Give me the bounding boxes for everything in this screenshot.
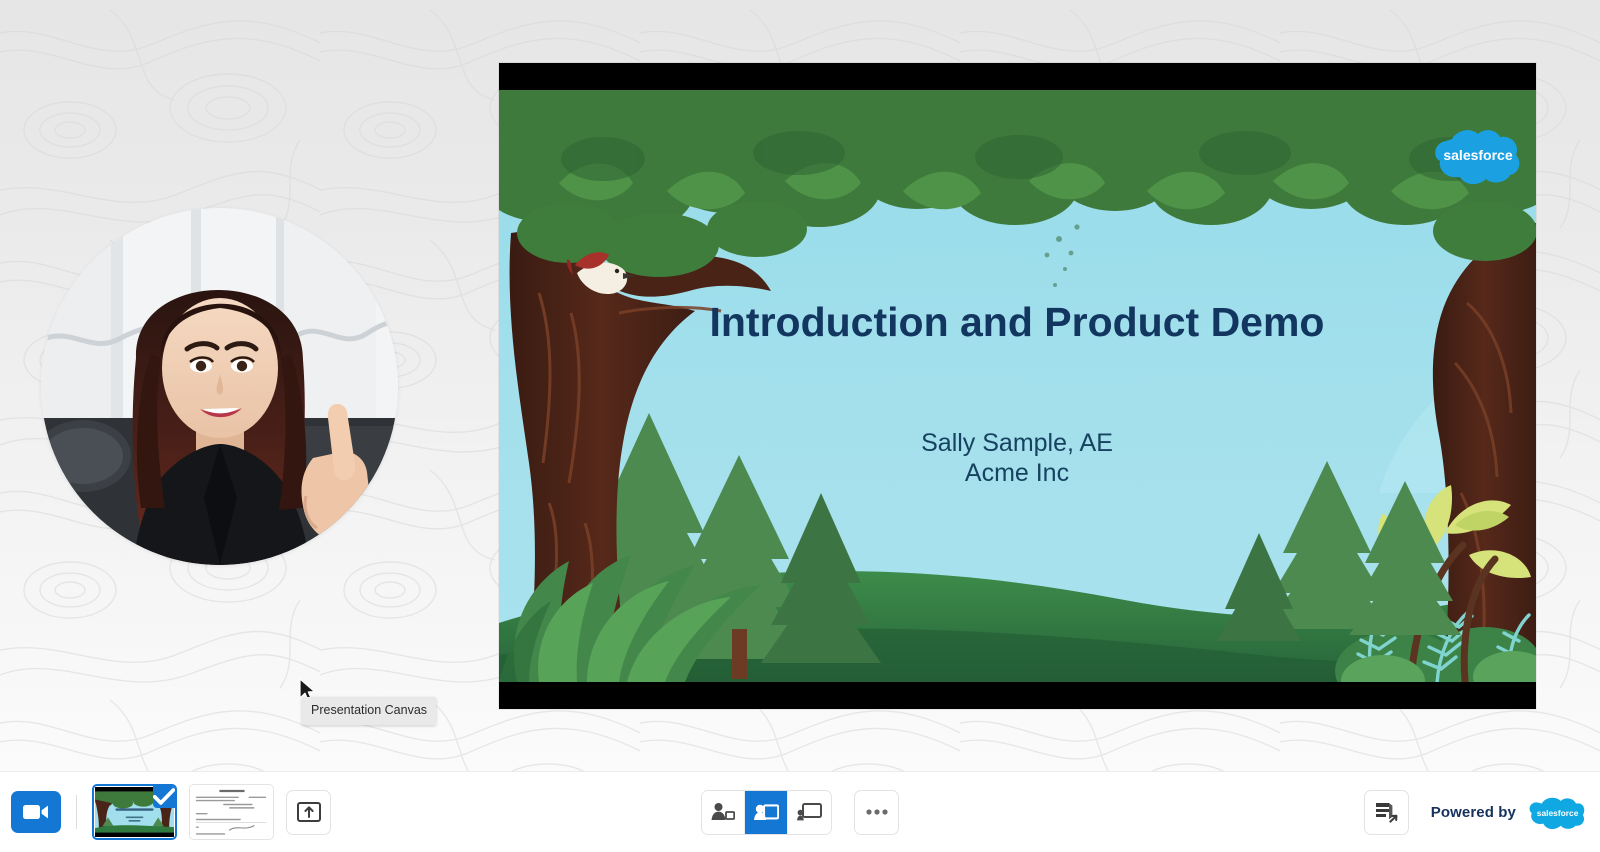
slide-viewport[interactable]: salesforce Introduction and Product Demo… [499, 63, 1536, 709]
person-with-screen-icon [753, 804, 779, 820]
slide-thumbnail-2-preview [190, 785, 273, 839]
presenter-video-tile[interactable] [41, 208, 398, 565]
ellipsis-icon [865, 809, 888, 815]
presenter-avatar [41, 208, 398, 565]
bottom-toolbar: Powered by salesforce [0, 771, 1600, 852]
person-with-small-screen-icon [711, 803, 735, 820]
presentation-canvas-tooltip: Presentation Canvas [302, 697, 437, 725]
svg-text:salesforce: salesforce [1537, 808, 1579, 818]
slide-presenter-text: Sally Sample, AE [921, 429, 1113, 457]
powered-by-badge: Powered by salesforce [1431, 795, 1586, 829]
toolbar-center-group [701, 789, 899, 835]
slide-thumbnail-2[interactable] [189, 784, 274, 840]
slide-thumbnail-1-selected-badge [153, 786, 175, 808]
upload-screen-icon [296, 802, 321, 822]
slide-title-text: Introduction and Product Demo [710, 299, 1325, 345]
slide-company-text: Acme Inc [965, 459, 1069, 487]
toolbar-right-group: Powered by salesforce [1363, 789, 1586, 835]
toolbar-left-group [0, 784, 331, 840]
slide-thumbnail-1[interactable] [92, 784, 177, 840]
layout-person-small-button[interactable] [702, 790, 745, 834]
layout-screen-large-button[interactable] [788, 790, 831, 834]
notes-share-icon [1376, 803, 1398, 823]
powered-by-label: Powered by [1430, 803, 1516, 821]
presentation-canvas-stage[interactable]: salesforce Introduction and Product Demo… [0, 0, 1600, 771]
layout-person-medium-button[interactable] [745, 790, 788, 834]
notes-share-button[interactable] [1363, 789, 1409, 835]
more-options-button[interactable] [854, 789, 899, 835]
slide-content: salesforce Introduction and Product Demo… [499, 63, 1536, 709]
salesforce-logo-icon: salesforce [1529, 797, 1585, 829]
upload-slides-button[interactable] [286, 789, 331, 835]
layout-selector-group [701, 789, 832, 835]
toolbar-divider [76, 795, 77, 829]
video-camera-icon [23, 805, 48, 819]
camera-toggle-button[interactable] [11, 791, 61, 833]
screen-with-person-icon [797, 803, 822, 821]
svg-text:salesforce: salesforce [1443, 147, 1512, 163]
checkmark-icon [153, 788, 175, 805]
